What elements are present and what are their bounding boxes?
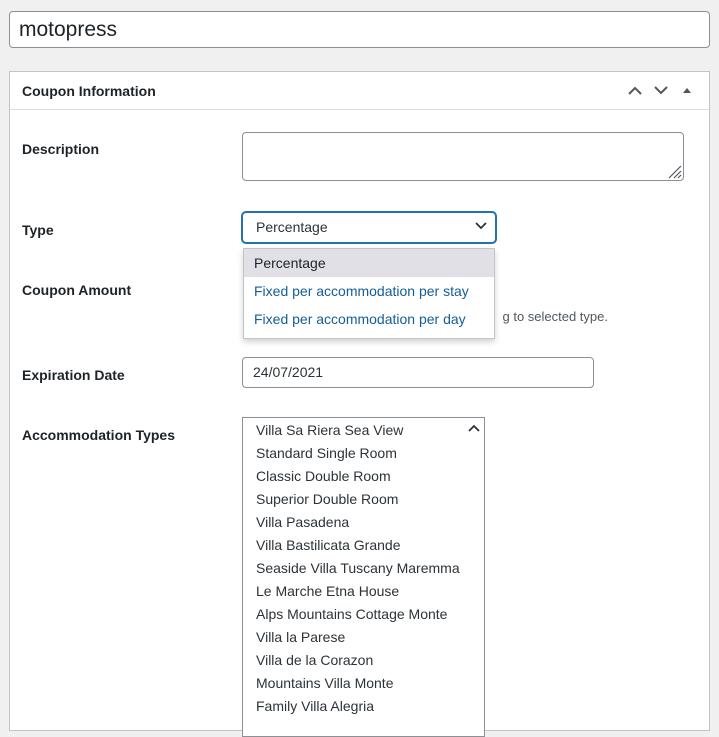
metabox-title: Coupon Information [22, 82, 156, 99]
coupon-amount-label: Coupon Amount [22, 282, 132, 298]
description-textarea[interactable] [242, 132, 684, 181]
accommodation-type-option[interactable]: Standard Single Room [243, 442, 484, 465]
chevron-up-icon [468, 424, 480, 432]
accommodation-types-label: Accommodation Types [22, 427, 175, 443]
type-option-fixed-per-day[interactable]: Fixed per accommodation per day [244, 305, 494, 333]
accommodation-types-select[interactable]: Villa Sa Riera Sea View Standard Single R… [242, 417, 485, 737]
chevron-down-icon [654, 86, 668, 95]
triangle-up-icon [683, 88, 691, 93]
expiration-date-label: Expiration Date [22, 367, 125, 383]
accommodation-type-option[interactable]: Villa Pasadena [243, 511, 484, 534]
chevron-down-icon [475, 222, 487, 230]
accommodation-type-option[interactable]: Seaside Villa Tuscany Maremma [243, 557, 484, 580]
toggle-panel-button[interactable] [677, 81, 697, 101]
accommodation-type-option[interactable]: Villa Sa Riera Sea View [243, 419, 484, 442]
accommodation-type-option[interactable]: Family Villa Alegria [243, 695, 484, 718]
scroll-up-button[interactable] [466, 420, 482, 436]
resize-grip-icon[interactable] [664, 161, 682, 179]
accommodation-type-option[interactable]: Villa de la Corazon [243, 649, 484, 672]
accommodation-type-option[interactable]: Mountains Villa Monte [243, 672, 484, 695]
accommodation-type-option[interactable]: Superior Double Room [243, 488, 484, 511]
description-label: Description [22, 141, 100, 157]
type-select[interactable]: Percentage [242, 212, 496, 243]
coupon-information-metabox: Coupon Information Description Type Perc… [9, 71, 710, 737]
type-dropdown-list: Percentage Fixed per accommodation per s… [243, 248, 495, 339]
move-down-button[interactable] [651, 81, 671, 101]
accommodation-type-option[interactable]: Le Marche Etna House [243, 580, 484, 603]
expiration-date-input[interactable]: 24/07/2021 [242, 357, 594, 388]
type-option-fixed-per-stay[interactable]: Fixed per accommodation per stay [244, 277, 494, 305]
accommodation-type-option[interactable]: Villa Bastilicata Grande [243, 534, 484, 557]
accommodation-type-option[interactable]: Classic Double Room [243, 465, 484, 488]
chevron-up-icon [628, 86, 642, 95]
accommodation-types-list: Villa Sa Riera Sea View Standard Single R… [243, 418, 484, 718]
type-label: Type [22, 222, 54, 238]
metabox-header: Coupon Information [10, 72, 709, 110]
metabox-handle-actions [625, 81, 697, 101]
move-up-button[interactable] [625, 81, 645, 101]
accommodation-type-option[interactable]: Villa la Parese [243, 626, 484, 649]
title-input[interactable]: motopress [9, 11, 710, 48]
type-select-value: Percentage [256, 219, 328, 235]
type-option-percentage[interactable]: Percentage [244, 249, 494, 277]
accommodation-type-option[interactable]: Alps Mountains Cottage Monte [243, 603, 484, 626]
